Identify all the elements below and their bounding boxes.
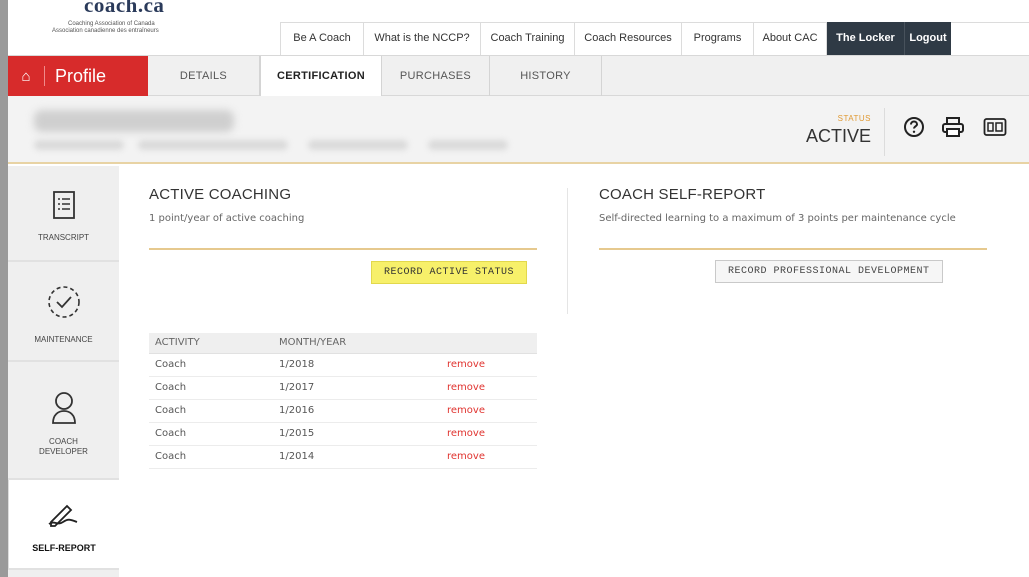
nav-coach-resources[interactable]: Coach Resources	[575, 22, 682, 55]
table-row: Coach 1/2018 remove	[149, 353, 537, 377]
section-divider	[149, 248, 537, 250]
sidenav-label-line2: DEVELOPER	[39, 447, 88, 456]
nav-the-locker[interactable]: The Locker	[827, 22, 905, 55]
print-icon[interactable]	[941, 116, 965, 143]
nav-what-is-nccp[interactable]: What is the NCCP?	[364, 22, 481, 55]
date-cell: 1/2016	[273, 399, 413, 423]
table-row: Coach 1/2017 remove	[149, 376, 537, 400]
tab-details[interactable]: DETAILS	[148, 56, 260, 96]
table-row: Coach 1/2014 remove	[149, 445, 537, 469]
tab-history[interactable]: HISTORY	[490, 56, 602, 96]
profile-header-tab[interactable]: ⌂ Profile	[8, 56, 148, 96]
transcript-icon	[8, 190, 119, 225]
top-bar: coach.ca Coaching Association of Canada …	[8, 0, 1029, 55]
home-icon[interactable]: ⌂	[8, 68, 44, 85]
activity-cell: Coach	[149, 376, 273, 400]
activity-cell: Coach	[149, 353, 273, 377]
date-cell: 1/2018	[273, 353, 413, 377]
table-row: Coach 1/2015 remove	[149, 422, 537, 446]
sidenav-label-line1: COACH	[49, 437, 78, 446]
window-left-edge	[0, 0, 8, 577]
status-box: STATUS ACTIVE	[775, 108, 885, 156]
logo-line-english: Coaching Association of Canada	[68, 21, 155, 27]
sidenav-label: MAINTENANCE	[34, 335, 93, 344]
sidenav-item-maintenance[interactable]: MAINTENANCE	[8, 262, 119, 362]
section-divider	[599, 248, 987, 250]
sidenav-label: TRANSCRIPT	[37, 233, 90, 242]
column-divider	[567, 188, 568, 314]
logo-line-french: Association canadienne des entraîneurs	[52, 28, 159, 34]
activity-table: ACTIVITY MONTH/YEAR Coach 1/2018 remove …	[149, 333, 537, 469]
date-cell: 1/2014	[273, 445, 413, 469]
column-header-activity: ACTIVITY	[149, 333, 273, 354]
certification-sidenav: TRANSCRIPT MAINTENANCE COACH DEVELOPER S…	[8, 166, 119, 577]
person-icon	[8, 390, 119, 431]
coach-ca-logo[interactable]: coach.ca Coaching Association of Canada …	[38, 0, 228, 40]
id-card-icon[interactable]	[983, 117, 1007, 142]
table-row: Coach 1/2016 remove	[149, 399, 537, 423]
member-name-redacted	[34, 110, 234, 132]
header-actions	[889, 114, 1029, 144]
record-professional-development-button[interactable]: RECORD PROFESSIONAL DEVELOPMENT	[715, 260, 943, 283]
nav-be-a-coach[interactable]: Be A Coach	[280, 22, 364, 55]
tab-certification[interactable]: CERTIFICATION	[260, 56, 382, 98]
maintenance-check-icon	[8, 284, 119, 325]
nav-about-cac[interactable]: About CAC	[754, 22, 827, 55]
profile-label: Profile	[55, 65, 107, 86]
sidenav-item-transcript[interactable]: TRANSCRIPT	[8, 166, 119, 262]
main-nav: Be A Coach What is the NCCP? Coach Train…	[280, 22, 951, 55]
member-info-redacted	[138, 140, 288, 150]
remove-link[interactable]: remove	[413, 422, 537, 446]
remove-link[interactable]: remove	[413, 399, 537, 423]
logo-brand: coach.ca	[84, 0, 165, 17]
self-report-title: COACH SELF-REPORT	[599, 186, 766, 203]
main-content: ACTIVE COACHING 1 point/year of active c…	[119, 166, 1029, 577]
remove-link[interactable]: remove	[413, 376, 537, 400]
status-label: STATUS	[837, 114, 871, 123]
active-coaching-section: ACTIVE COACHING 1 point/year of active c…	[149, 186, 537, 284]
nav-coach-training[interactable]: Coach Training	[481, 22, 575, 55]
date-cell: 1/2015	[273, 422, 413, 446]
remove-link[interactable]: remove	[413, 353, 537, 377]
column-header-month-year: MONTH/YEAR	[273, 333, 413, 354]
record-active-status-button[interactable]: RECORD ACTIVE STATUS	[370, 261, 527, 284]
member-info-redacted	[34, 140, 124, 150]
date-cell: 1/2017	[273, 376, 413, 400]
profile-tabs-row: ⌂ Profile DETAILS CERTIFICATION PURCHASE…	[8, 55, 1029, 98]
activity-cell: Coach	[149, 422, 273, 446]
self-report-subtitle: Self-directed learning to a maximum of 3…	[599, 213, 956, 224]
status-value: ACTIVE	[805, 126, 871, 146]
sidenav-label: SELF-REPORT	[32, 543, 96, 553]
column-header-actions	[413, 333, 537, 354]
nav-logout[interactable]: Logout	[905, 22, 951, 55]
sidenav-item-coach-developer[interactable]: COACH DEVELOPER	[8, 362, 119, 480]
active-coaching-subtitle: 1 point/year of active coaching	[149, 213, 305, 224]
member-info-redacted	[308, 140, 408, 150]
activity-cell: Coach	[149, 399, 273, 423]
table-header-row: ACTIVITY MONTH/YEAR	[149, 333, 537, 354]
remove-link[interactable]: remove	[413, 445, 537, 469]
activity-cell: Coach	[149, 445, 273, 469]
sidenav-item-self-report[interactable]: SELF-REPORT	[8, 480, 119, 570]
help-icon[interactable]	[903, 116, 925, 143]
coach-self-report-section: COACH SELF-REPORT Self-directed learning…	[599, 186, 989, 283]
signature-icon	[9, 500, 119, 533]
nav-programs[interactable]: Programs	[682, 22, 754, 55]
profile-tabs: DETAILS CERTIFICATION PURCHASES HISTORY	[148, 56, 602, 98]
member-header: STATUS ACTIVE	[8, 96, 1029, 164]
tab-purchases[interactable]: PURCHASES	[382, 56, 490, 96]
member-info-redacted	[428, 140, 508, 150]
active-coaching-title: ACTIVE COACHING	[149, 186, 292, 203]
